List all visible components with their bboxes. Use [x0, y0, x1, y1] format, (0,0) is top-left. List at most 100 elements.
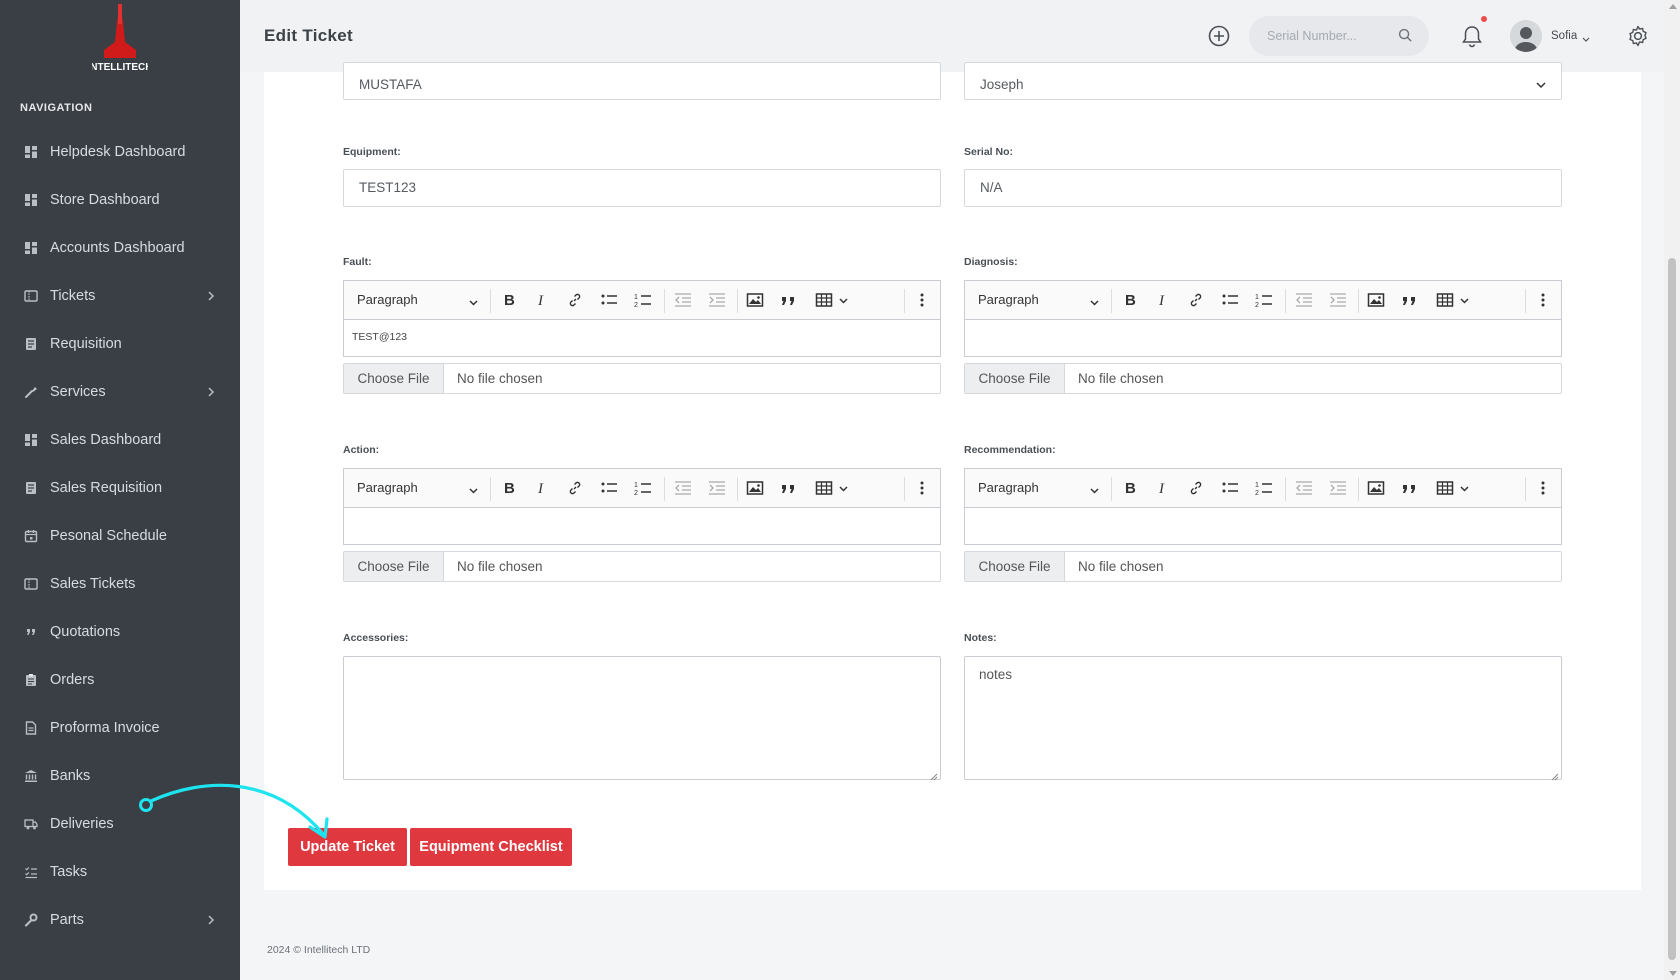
- bold-icon[interactable]: B: [500, 479, 518, 497]
- recommendation-editor[interactable]: Paragraph B I 1 2: [964, 468, 1562, 545]
- user-menu[interactable]: Sofia: [1510, 19, 1591, 53]
- numbered-list-icon[interactable]: 12: [1255, 291, 1273, 309]
- table-icon[interactable]: [1436, 479, 1454, 497]
- link-icon[interactable]: [566, 479, 584, 497]
- choose-file-button[interactable]: Choose File: [965, 364, 1065, 393]
- scroll-up-icon[interactable]: [1669, 4, 1677, 9]
- numbered-list-icon[interactable]: 12: [634, 479, 652, 497]
- outdent-icon[interactable]: [674, 291, 692, 309]
- resize-handle-icon[interactable]: [930, 769, 938, 781]
- action-editor[interactable]: Paragraph B I 1 2: [343, 468, 941, 545]
- chevron-down-icon[interactable]: [834, 479, 852, 497]
- link-icon[interactable]: [1187, 291, 1205, 309]
- italic-icon[interactable]: I: [533, 291, 551, 309]
- blockquote-icon[interactable]: [1401, 479, 1419, 497]
- italic-icon[interactable]: I: [533, 479, 551, 497]
- bell-icon[interactable]: [1461, 24, 1483, 48]
- sidebar-item-requisition[interactable]: Requisition: [0, 320, 240, 368]
- paragraph-dropdown[interactable]: Paragraph: [978, 292, 1039, 307]
- table-icon[interactable]: [815, 479, 833, 497]
- blockquote-icon[interactable]: [1401, 291, 1419, 309]
- bulleted-list-icon[interactable]: [600, 479, 618, 497]
- customer-field[interactable]: MUSTAFA: [343, 62, 941, 100]
- sidebar-item-pesonal-schedule[interactable]: Pesonal Schedule: [0, 512, 240, 560]
- sidebar-item-proforma-invoice[interactable]: Proforma Invoice: [0, 704, 240, 752]
- editor-content[interactable]: TEST@123: [352, 331, 407, 343]
- chevron-down-icon[interactable]: [1455, 479, 1473, 497]
- search-icon[interactable]: [1398, 28, 1413, 43]
- page-scrollbar[interactable]: [1664, 0, 1680, 980]
- link-icon[interactable]: [566, 291, 584, 309]
- accessories-textarea[interactable]: [343, 656, 941, 781]
- bold-icon[interactable]: B: [1121, 291, 1139, 309]
- sidebar-item-orders[interactable]: Orders: [0, 656, 240, 704]
- serial-search-input[interactable]: [1267, 26, 1387, 46]
- bulleted-list-icon[interactable]: [600, 291, 618, 309]
- indent-icon[interactable]: [708, 479, 726, 497]
- gear-icon[interactable]: [1626, 24, 1650, 48]
- equipment-checklist-button[interactable]: Equipment Checklist: [410, 828, 572, 866]
- bulleted-list-icon[interactable]: [1221, 479, 1239, 497]
- sidebar-item-accounts-dashboard[interactable]: Accounts Dashboard: [0, 224, 240, 272]
- choose-file-button[interactable]: Choose File: [344, 552, 444, 581]
- table-icon[interactable]: [815, 291, 833, 309]
- fault-file-input[interactable]: Choose File No file chosen: [343, 363, 941, 394]
- chevron-down-icon[interactable]: [834, 291, 852, 309]
- more-vertical-icon[interactable]: [913, 479, 931, 497]
- table-icon[interactable]: [1436, 291, 1454, 309]
- bold-icon[interactable]: B: [500, 291, 518, 309]
- sidebar-item-sales-requisition[interactable]: Sales Requisition: [0, 464, 240, 512]
- indent-icon[interactable]: [1329, 291, 1347, 309]
- italic-icon[interactable]: I: [1154, 291, 1172, 309]
- resize-handle-icon[interactable]: [1551, 769, 1559, 781]
- action-file-input[interactable]: Choose File No file chosen: [343, 551, 941, 582]
- scroll-down-icon[interactable]: [1669, 971, 1677, 976]
- scroll-thumb[interactable]: [1668, 258, 1676, 960]
- outdent-icon[interactable]: [674, 479, 692, 497]
- sidebar-item-tickets[interactable]: Tickets: [0, 272, 240, 320]
- blockquote-icon[interactable]: [780, 291, 798, 309]
- app-logo[interactable]: INTELLITECH: [88, 2, 153, 74]
- recommendation-file-input[interactable]: Choose File No file chosen: [964, 551, 1562, 582]
- sidebar-item-sales-tickets[interactable]: Sales Tickets: [0, 560, 240, 608]
- sidebar-item-quotations[interactable]: Quotations: [0, 608, 240, 656]
- outdent-icon[interactable]: [1295, 291, 1313, 309]
- fault-editor[interactable]: Paragraph B I 1 2 TEST@123: [343, 280, 941, 357]
- numbered-list-icon[interactable]: 12: [634, 291, 652, 309]
- sidebar-item-tasks[interactable]: Tasks: [0, 848, 240, 896]
- add-icon[interactable]: [1207, 24, 1231, 48]
- blockquote-icon[interactable]: [780, 479, 798, 497]
- more-vertical-icon[interactable]: [913, 291, 931, 309]
- paragraph-dropdown[interactable]: Paragraph: [357, 292, 418, 307]
- image-icon[interactable]: [1367, 291, 1385, 309]
- indent-icon[interactable]: [708, 291, 726, 309]
- image-icon[interactable]: [746, 291, 764, 309]
- indent-icon[interactable]: [1329, 479, 1347, 497]
- outdent-icon[interactable]: [1295, 479, 1313, 497]
- paragraph-dropdown[interactable]: Paragraph: [978, 480, 1039, 495]
- image-icon[interactable]: [746, 479, 764, 497]
- sidebar-item-helpdesk-dashboard[interactable]: Helpdesk Dashboard: [0, 128, 240, 176]
- serial-field[interactable]: N/A: [964, 169, 1562, 207]
- link-icon[interactable]: [1187, 479, 1205, 497]
- choose-file-button[interactable]: Choose File: [965, 552, 1065, 581]
- notes-textarea[interactable]: notes: [964, 656, 1562, 781]
- sidebar-item-parts[interactable]: Parts: [0, 896, 240, 944]
- diagnosis-file-input[interactable]: Choose File No file chosen: [964, 363, 1562, 394]
- sidebar-item-sales-dashboard[interactable]: Sales Dashboard: [0, 416, 240, 464]
- technician-select[interactable]: Joseph: [964, 62, 1562, 100]
- sidebar-item-services[interactable]: Services: [0, 368, 240, 416]
- diagnosis-editor[interactable]: Paragraph B I 1 2: [964, 280, 1562, 357]
- more-vertical-icon[interactable]: [1534, 291, 1552, 309]
- more-vertical-icon[interactable]: [1534, 479, 1552, 497]
- numbered-list-icon[interactable]: 12: [1255, 479, 1273, 497]
- italic-icon[interactable]: I: [1154, 479, 1172, 497]
- equipment-field[interactable]: TEST123: [343, 169, 941, 207]
- image-icon[interactable]: [1367, 479, 1385, 497]
- bold-icon[interactable]: B: [1121, 479, 1139, 497]
- sidebar-item-store-dashboard[interactable]: Store Dashboard: [0, 176, 240, 224]
- paragraph-dropdown[interactable]: Paragraph: [357, 480, 418, 495]
- chevron-down-icon[interactable]: [1455, 291, 1473, 309]
- bulleted-list-icon[interactable]: [1221, 291, 1239, 309]
- choose-file-button[interactable]: Choose File: [344, 364, 444, 393]
